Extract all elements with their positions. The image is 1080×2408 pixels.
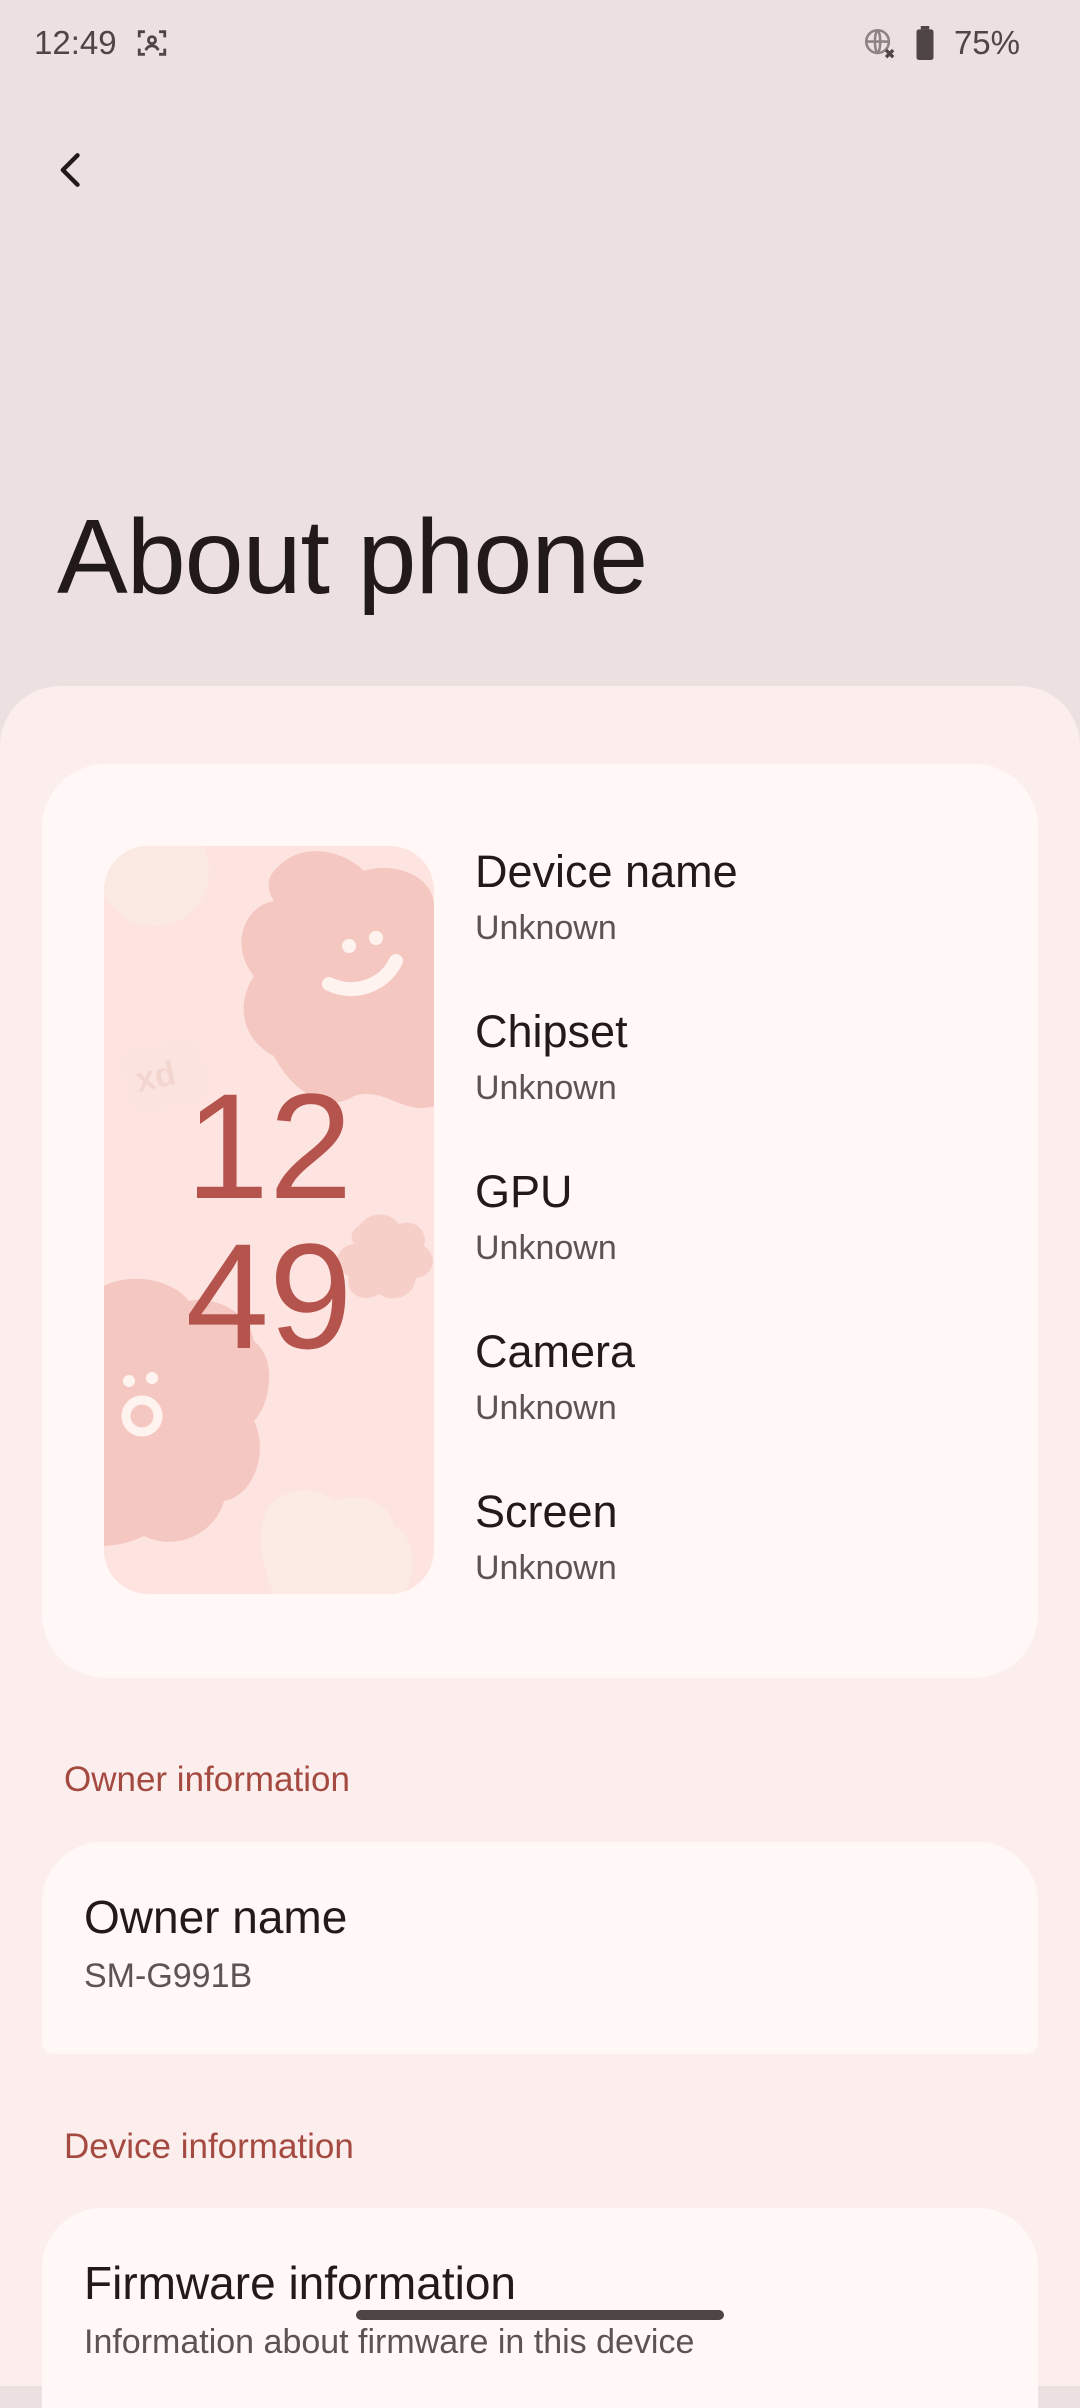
- firmware-information-item[interactable]: Firmware information Information about f…: [42, 2208, 1038, 2408]
- spec-value: Unknown: [475, 909, 617, 947]
- page-title: About phone: [57, 498, 648, 616]
- battery-icon: [914, 26, 936, 60]
- spec-label: Device name: [475, 846, 738, 897]
- face-id-icon: [135, 26, 169, 60]
- firmware-summary: Information about firmware in this devic…: [84, 2323, 695, 2361]
- spec-device-name: Device name Unknown: [475, 844, 995, 1004]
- device-summary-card: xd 12 49 Device name Unknown Chipset Unk…: [42, 764, 1038, 1678]
- spec-value: Unknown: [475, 1069, 617, 1107]
- spec-label: Chipset: [475, 1006, 628, 1057]
- phone-preview: xd 12 49: [104, 846, 434, 1594]
- back-button[interactable]: [40, 140, 104, 204]
- spec-chipset: Chipset Unknown: [475, 1004, 995, 1164]
- clock-minute: 49: [185, 1212, 353, 1380]
- owner-name-label: Owner name: [84, 1891, 348, 1943]
- owner-section-header: Owner information: [64, 1760, 350, 1799]
- status-right: 75%: [862, 24, 1020, 62]
- clock-hour: 12: [185, 1062, 353, 1230]
- spec-label: GPU: [475, 1166, 573, 1217]
- owner-name-item[interactable]: Owner name SM-G991B: [42, 1842, 1038, 2054]
- globe-off-icon: [862, 26, 896, 60]
- owner-name-value: SM-G991B: [84, 1957, 253, 1995]
- spec-camera: Camera Unknown: [475, 1324, 995, 1484]
- firmware-label: Firmware information: [84, 2257, 516, 2309]
- device-section-header: Device information: [64, 2127, 354, 2166]
- status-left: 12:49: [34, 24, 169, 62]
- spec-value: Unknown: [475, 1549, 617, 1587]
- battery-percentage: 75%: [953, 24, 1020, 61]
- spec-screen: Screen Unknown: [475, 1484, 995, 1644]
- spec-label: Camera: [475, 1326, 636, 1377]
- status-time: 12:49: [34, 24, 117, 61]
- spec-value: Unknown: [475, 1229, 617, 1267]
- spec-value: Unknown: [475, 1389, 617, 1427]
- status-bar: 12:49 75%: [0, 0, 1080, 86]
- back-arrow-icon: [50, 148, 94, 197]
- gesture-nav-handle[interactable]: [356, 2310, 724, 2320]
- lockscreen-clock: 12 49: [104, 1071, 434, 1371]
- device-spec-list: Device name Unknown Chipset Unknown GPU …: [475, 844, 995, 1644]
- spec-label: Screen: [475, 1486, 618, 1537]
- spec-gpu: GPU Unknown: [475, 1164, 995, 1324]
